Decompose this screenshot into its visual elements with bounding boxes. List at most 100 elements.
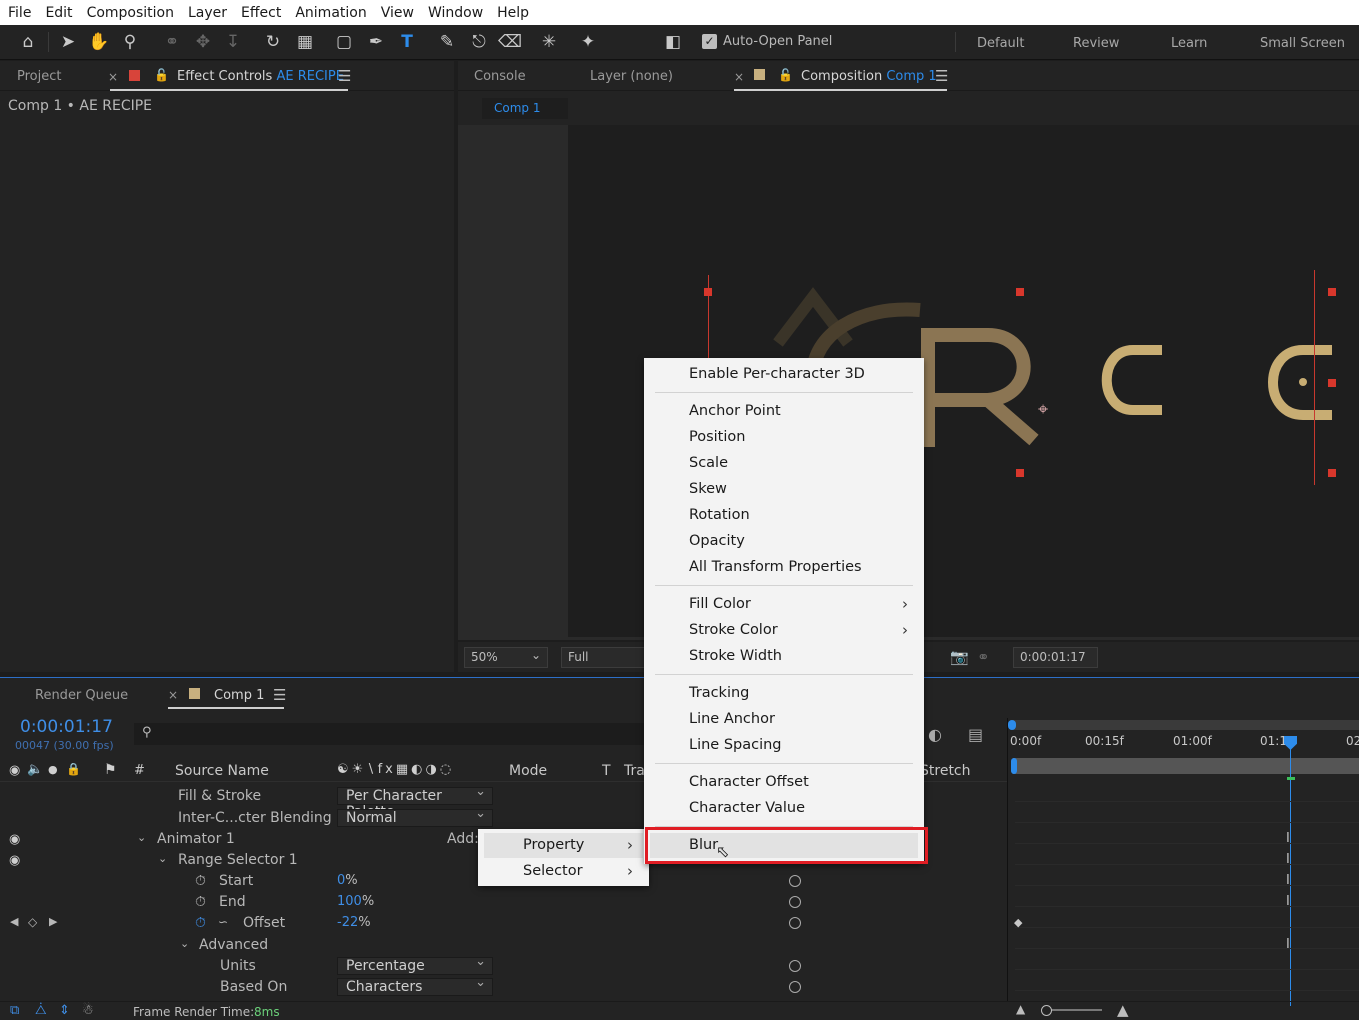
menu-item-tracking[interactable]: Tracking [644, 680, 924, 706]
bounds-handle[interactable] [1328, 469, 1336, 477]
blending-dropdown[interactable]: Normal [337, 806, 493, 827]
home-icon[interactable]: ⌂ [17, 31, 39, 53]
zoom-out-icon[interactable]: ▲ [1016, 1002, 1025, 1016]
next-keyframe-icon[interactable]: ▶ [49, 915, 57, 928]
menu-edit[interactable]: Edit [37, 5, 78, 21]
range-selector-label[interactable]: Range Selector 1 [178, 852, 298, 868]
snapping-toggle-icon[interactable]: ◧ [662, 31, 684, 53]
camera-snapshot-icon[interactable]: 📷 [950, 648, 969, 666]
brush-tool-icon[interactable]: ✎ [436, 31, 458, 53]
menu-item-selector[interactable]: Selector › [478, 858, 649, 884]
label-tag-icon[interactable]: ⚑ [104, 762, 117, 778]
menu-item-stroke-color[interactable]: Stroke Color › [644, 617, 924, 643]
tab-layer[interactable]: Layer (none) [590, 69, 673, 84]
workspace-learn[interactable]: Learn [1171, 36, 1207, 51]
menu-item-property[interactable]: Property › [478, 832, 649, 858]
workspace-default[interactable]: Default [977, 36, 1025, 51]
bounds-handle[interactable] [1016, 288, 1024, 296]
menu-item-rotation[interactable]: Rotation [644, 502, 924, 528]
motion-blur-icon[interactable]: ◐ [928, 725, 942, 744]
bounds-handle[interactable] [704, 288, 712, 296]
menu-layer[interactable]: Layer [180, 5, 233, 21]
animator-label[interactable]: Animator 1 [157, 831, 235, 847]
lock-icon[interactable]: 🔒 [66, 762, 81, 776]
bounds-handle[interactable] [1328, 288, 1336, 296]
menu-window[interactable]: Window [420, 5, 489, 21]
add-keyframe-icon[interactable]: ◇ [28, 915, 37, 929]
expression-icon[interactable] [789, 917, 801, 929]
menu-item-line-spacing[interactable]: Line Spacing [644, 732, 924, 758]
pen-tool-icon[interactable]: ✒ [365, 31, 387, 53]
units-dropdown[interactable]: Percentage [337, 954, 493, 975]
offset-value[interactable]: -22% [337, 915, 371, 930]
layer-duration-bar[interactable] [1013, 758, 1359, 774]
hand-tool-icon[interactable]: ✋ [88, 31, 110, 53]
menu-item-enable-3d[interactable]: Enable Per-character 3D [644, 361, 924, 387]
show-snapshot-icon[interactable]: ⚭ [977, 648, 990, 666]
menu-view[interactable]: View [373, 5, 420, 21]
menu-effect[interactable]: Effect [233, 5, 287, 21]
menu-help[interactable]: Help [489, 5, 535, 21]
eye-icon[interactable]: ◉ [9, 853, 20, 868]
comp-flow-tab[interactable]: Comp 1 [482, 98, 568, 119]
menu-item-stroke-width[interactable]: Stroke Width [644, 643, 924, 669]
end-value[interactable]: 100% [337, 894, 374, 909]
advanced-label[interactable]: Advanced [199, 937, 268, 953]
panel-menu-icon[interactable]: ☰ [338, 67, 351, 85]
panel-menu-icon[interactable]: ☰ [935, 67, 948, 85]
zoom-slider-handle[interactable] [1041, 1005, 1052, 1016]
close-icon[interactable]: × [734, 70, 744, 84]
start-value[interactable]: 0% [337, 873, 358, 888]
menu-item-opacity[interactable]: Opacity [644, 528, 924, 554]
close-icon[interactable]: × [168, 688, 178, 702]
resolution-dropdown[interactable]: Full [561, 647, 651, 668]
menu-item-fill-color[interactable]: Fill Color › [644, 591, 924, 617]
solo-icon[interactable]: ● [48, 763, 58, 776]
stopwatch-icon[interactable]: ⏱ [195, 894, 206, 910]
selection-tool-icon[interactable]: ➤ [57, 31, 79, 53]
pan-camera-icon[interactable]: ✥ [192, 31, 214, 53]
tab-comp[interactable]: Comp 1 [214, 688, 264, 703]
stopwatch-icon[interactable]: ⏱ [195, 873, 206, 889]
workspace-small-screen[interactable]: Small Screen [1260, 36, 1345, 51]
comp-mini-icon[interactable]: ⧉ [10, 1003, 19, 1018]
audio-icon[interactable]: 🔈 [27, 762, 43, 777]
tab-effect-controls[interactable]: Effect Controls AE RECIPE [177, 69, 344, 84]
close-icon[interactable]: × [108, 70, 118, 84]
menu-item-character-value[interactable]: Character Value [644, 795, 924, 821]
current-time-display[interactable]: 0:00:01:17 [1013, 647, 1098, 668]
menu-animation[interactable]: Animation [287, 5, 372, 21]
stopwatch-active-icon[interactable]: ⏱ [195, 915, 206, 931]
menu-item-skew[interactable]: Skew [644, 476, 924, 502]
lock-icon[interactable]: 🔓 [778, 68, 793, 82]
eye-icon[interactable]: ◉ [9, 763, 20, 778]
rectangle-tool-icon[interactable]: ▢ [333, 31, 355, 53]
eraser-tool-icon[interactable]: ⌫ [498, 31, 522, 53]
menu-file[interactable]: File [0, 5, 37, 21]
chevron-down-icon[interactable]: ⌄ [137, 831, 146, 844]
graph-editor-icon[interactable]: ▤ [968, 725, 983, 744]
puppet-pin-icon[interactable]: ✦ [577, 31, 599, 53]
zoom-tool-icon[interactable]: ⚲ [119, 31, 141, 53]
zoom-dropdown[interactable]: 50% ⌄ [464, 647, 548, 668]
zoom-in-icon[interactable]: ▲ [1117, 1001, 1129, 1019]
eye-icon[interactable]: ◉ [9, 832, 20, 847]
prev-keyframe-icon[interactable]: ◀ [10, 915, 18, 928]
menu-item-all-transform[interactable]: All Transform Properties [644, 554, 924, 580]
chevron-down-icon[interactable]: ⌄ [180, 937, 189, 950]
based-on-dropdown[interactable]: Characters [337, 975, 493, 996]
fill-stroke-dropdown[interactable]: Per Character Palette [337, 784, 493, 820]
chevron-down-icon[interactable]: ⌄ [158, 852, 167, 865]
tab-render-queue[interactable]: Render Queue [35, 688, 128, 703]
menu-item-character-offset[interactable]: Character Offset [644, 769, 924, 795]
search-input[interactable]: ⚲ [134, 723, 644, 745]
col-source-name[interactable]: Source Name [175, 763, 269, 779]
bounds-handle[interactable] [1328, 379, 1336, 387]
pan-behind-tool-icon[interactable]: ▦ [294, 31, 316, 53]
work-area-bar[interactable] [1013, 720, 1359, 730]
expression-icon[interactable] [789, 896, 801, 908]
anchor-point-icon[interactable]: ⌖ [1038, 399, 1048, 420]
expression-icon[interactable] [789, 960, 801, 972]
lock-icon[interactable]: 🔓 [154, 68, 169, 82]
graph-icon[interactable]: ∽ [218, 915, 228, 929]
